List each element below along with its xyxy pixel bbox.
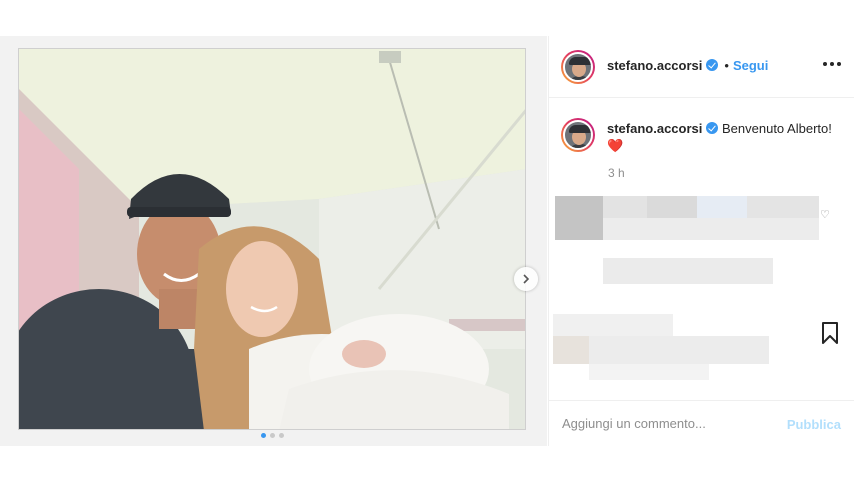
post-timestamp[interactable]: 3 h [608, 166, 625, 180]
header-user-line: stefano.accorsi • Segui [607, 58, 768, 73]
carousel-dot [279, 433, 284, 438]
next-photo-button[interactable] [514, 267, 538, 291]
post-header: stefano.accorsi • Segui [549, 36, 854, 98]
carousel-dot [261, 433, 266, 438]
username-link[interactable]: stefano.accorsi [607, 58, 702, 73]
verified-badge-icon [706, 59, 719, 71]
separator-dot: • [724, 58, 729, 73]
post-side-panel: stefano.accorsi • Segui stefano.accorsi Be… [548, 36, 854, 446]
avatar[interactable] [561, 50, 595, 84]
chevron-right-icon [523, 274, 530, 284]
follow-button[interactable]: Segui [733, 58, 768, 73]
post-caption: stefano.accorsi Benvenuto Alberto! ❤️ [607, 120, 837, 154]
caption-text: Benvenuto Alberto! [722, 121, 832, 136]
bookmark-icon[interactable] [821, 322, 839, 344]
instagram-post-view: stefano.accorsi • Segui stefano.accorsi Be… [0, 0, 854, 480]
carousel-dot [270, 433, 275, 438]
blurred-comments [549, 186, 854, 386]
publish-button[interactable]: Pubblica [787, 417, 841, 432]
more-options-icon[interactable] [823, 62, 841, 66]
media-area [0, 36, 547, 446]
carousel-indicator [261, 433, 284, 438]
caption-avatar[interactable] [561, 118, 595, 152]
heart-icon[interactable]: ♡ [820, 208, 830, 221]
heart-emoji: ❤️ [607, 138, 624, 153]
comment-bar: Pubblica [549, 400, 854, 446]
caption-username-link[interactable]: stefano.accorsi [607, 121, 702, 136]
post-photo-image [19, 49, 525, 429]
verified-badge-icon [706, 122, 719, 134]
post-photo[interactable] [18, 48, 526, 430]
comment-input[interactable] [562, 416, 772, 431]
